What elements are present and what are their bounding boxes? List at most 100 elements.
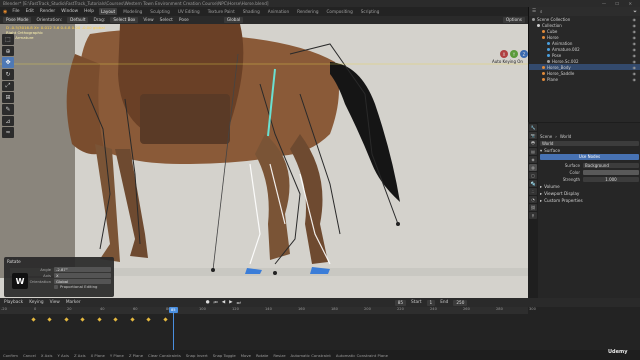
timeline-menu-playback[interactable]: Playback (3, 300, 24, 305)
outliner-filter-icon[interactable]: ⏷ (633, 9, 637, 15)
modifier-tab-icon[interactable]: 🔩 (529, 180, 537, 187)
visibility-eye-icon[interactable]: ◉ (633, 65, 637, 70)
surface-section-header[interactable]: ▾ Surface (540, 147, 639, 154)
proportional-editing-checkbox[interactable] (54, 284, 58, 289)
menu-select[interactable]: Select (159, 18, 174, 23)
move-icon[interactable]: ✥ (2, 57, 14, 69)
relax-icon[interactable]: ≈ (2, 127, 14, 139)
select-box-icon[interactable]: ⬚ (2, 34, 14, 45)
start-frame-field[interactable]: 1 (426, 299, 436, 306)
tab-texture-paint[interactable]: Texture Paint (206, 8, 237, 15)
orientation-field[interactable]: Global (54, 278, 111, 284)
color-swatch[interactable] (583, 170, 639, 175)
keyframe-marker[interactable] (96, 317, 102, 322)
keyframe-marker[interactable] (30, 317, 36, 322)
playhead-frame-label[interactable]: 85 (168, 307, 178, 313)
visibility-eye-icon[interactable]: ◉ (633, 29, 637, 34)
visibility-eye-icon[interactable]: ◉ (633, 53, 637, 58)
orientation-selector[interactable]: Default (67, 17, 89, 23)
gizmo-y-button[interactable]: Y (510, 50, 518, 58)
cursor-icon[interactable]: ⊕ (2, 45, 14, 57)
visibility-eye-icon[interactable]: ◉ (633, 23, 637, 28)
visibility-eye-icon[interactable]: ◉ (633, 71, 637, 76)
jump-end-icon[interactable]: ⏭ (237, 300, 241, 306)
keyframe-marker[interactable] (113, 317, 118, 322)
surface-shader-field[interactable]: Background (583, 163, 639, 168)
object-tab-icon[interactable]: ▢ (529, 172, 537, 179)
custom-properties-section-header[interactable]: ▸ Custom Properties (540, 197, 639, 204)
jump-start-icon[interactable]: ⏮ (214, 300, 218, 306)
viewport-display-section-header[interactable]: ▸ Viewport Display (540, 190, 639, 197)
rotate-panel-title[interactable]: Rotate (7, 259, 111, 264)
tab-uv-editing[interactable]: UV Editing (176, 8, 202, 15)
constraints-tab-icon[interactable]: ⛓ (529, 204, 537, 211)
strength-field[interactable]: 1.000 (583, 177, 639, 182)
menu-pose[interactable]: Pose (178, 18, 190, 23)
play-reverse-icon[interactable]: ◀ (222, 300, 225, 305)
visibility-eye-icon[interactable]: ◉ (633, 17, 637, 22)
visibility-eye-icon[interactable]: ◉ (633, 35, 637, 40)
current-frame-field[interactable]: 85 (394, 299, 407, 306)
tab-animation[interactable]: Animation (266, 8, 291, 15)
outliner-item[interactable]: Plane ◉ (529, 76, 640, 82)
menu-edit[interactable]: Edit (25, 9, 35, 14)
play-icon[interactable]: ▶ (229, 300, 232, 305)
data-tab-icon[interactable]: ⚲ (529, 212, 537, 219)
transform-icon[interactable]: ⊞ (2, 92, 14, 104)
tab-rendering[interactable]: Rendering (295, 8, 320, 15)
annotate-icon[interactable]: ✎ (2, 104, 14, 115)
visibility-eye-icon[interactable]: ◉ (633, 77, 637, 82)
gizmo-x-button[interactable]: X (500, 50, 508, 58)
record-button-icon[interactable]: ● (206, 300, 210, 305)
keyframe-marker[interactable] (146, 317, 151, 322)
end-frame-field[interactable]: 250 (453, 299, 468, 306)
menu-view[interactable]: View (142, 18, 154, 23)
tool-tab-icon[interactable]: 🔧 (529, 124, 537, 131)
transform-orientation-selector[interactable]: Global (223, 17, 244, 23)
tab-layout[interactable]: Layout (98, 8, 118, 15)
render-tab-icon[interactable]: 📷 (529, 132, 537, 139)
keyframe-marker[interactable] (47, 317, 52, 322)
keyframe-marker[interactable] (63, 317, 69, 322)
world-tab-icon[interactable]: ◍ (529, 164, 537, 171)
menu-file[interactable]: File (11, 9, 20, 14)
view-layer-tab-icon[interactable]: ▤ (529, 148, 537, 155)
window-controls[interactable]: — ☐ ✕ (602, 0, 636, 7)
timeline-menu-view[interactable]: View (49, 300, 61, 305)
visibility-eye-icon[interactable]: ◉ (633, 41, 637, 46)
axis-field[interactable]: X (54, 272, 111, 278)
keyframe-marker[interactable] (80, 317, 85, 322)
tab-sculpting[interactable]: Sculpting (148, 8, 172, 15)
angle-field[interactable]: -2.87° (54, 266, 111, 272)
options-button[interactable]: Options (502, 17, 525, 23)
outliner-editor-icon[interactable]: ☰ (532, 9, 536, 14)
tab-compositing[interactable]: Compositing (325, 8, 355, 15)
menu-help[interactable]: Help (83, 9, 95, 14)
timeline-keyframe-area[interactable] (0, 314, 528, 350)
tab-scripting[interactable]: Scripting (359, 8, 382, 15)
keyframe-marker[interactable] (129, 317, 135, 322)
keyframe-marker[interactable] (162, 317, 168, 322)
tab-shading[interactable]: Shading (241, 8, 262, 15)
rotate-icon[interactable]: ↻ (2, 69, 14, 80)
scale-icon[interactable]: ⤢ (2, 80, 14, 92)
gizmo-z-button[interactable]: Z (520, 50, 528, 58)
mode-selector[interactable]: Pose Mode (3, 17, 32, 23)
output-tab-icon[interactable]: 🖶 (529, 140, 537, 147)
visibility-eye-icon[interactable]: ◉ (633, 47, 637, 52)
tab-modeling[interactable]: Modeling (121, 8, 144, 15)
menu-render[interactable]: Render (39, 9, 56, 14)
timeline-menu-keying[interactable]: Keying (28, 300, 44, 305)
volume-section-header[interactable]: ▸ Volume (540, 183, 639, 190)
outliner-search-icon[interactable]: ⌕ (540, 9, 543, 15)
measure-icon[interactable]: ⊿ (2, 115, 14, 127)
physics-tab-icon[interactable]: ◔ (529, 196, 537, 203)
timeline-ruler[interactable]: -200204060801001201401601802002202402602… (0, 307, 536, 314)
drag-selector[interactable]: Select Box (110, 17, 139, 23)
world-datablock-field[interactable]: World (540, 141, 639, 146)
timeline-playhead[interactable] (173, 307, 175, 350)
use-nodes-button[interactable]: Use Nodes (540, 154, 639, 160)
navigation-gizmo[interactable]: X Y Z (500, 50, 528, 58)
particles-tab-icon[interactable]: ∴ (529, 188, 537, 195)
scene-tab-icon[interactable]: ◈ (529, 156, 537, 163)
